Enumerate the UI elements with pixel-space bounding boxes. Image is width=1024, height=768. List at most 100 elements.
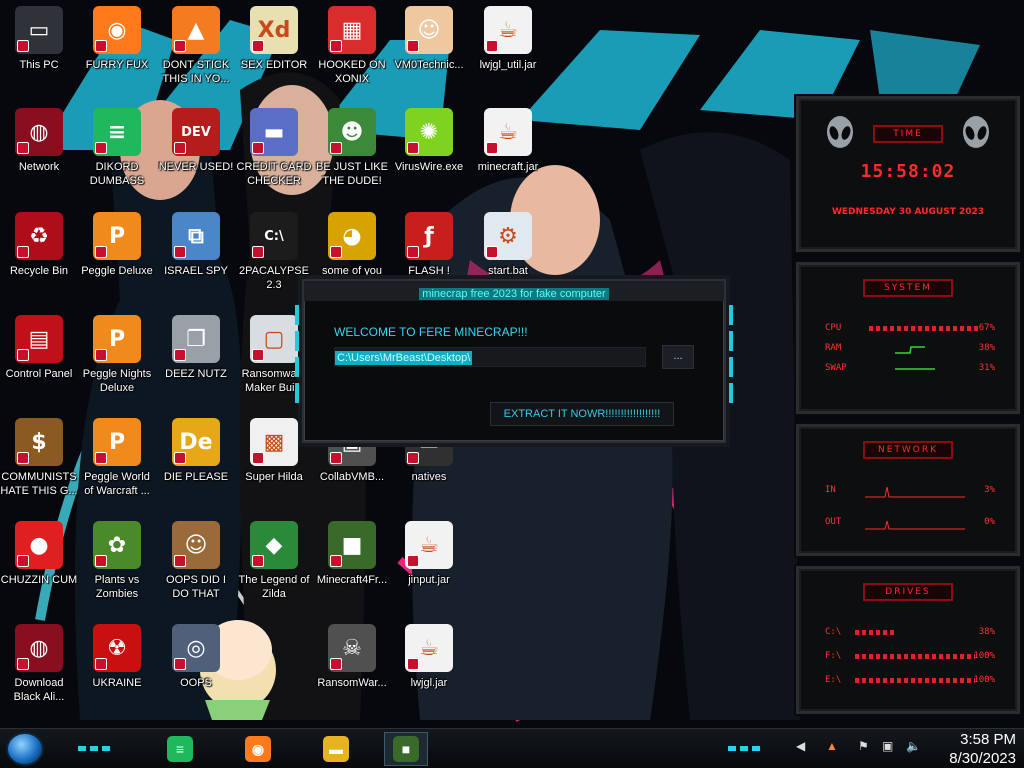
desktop-icon[interactable]: $ COMMUNISTS HATE THIS G...	[0, 418, 78, 514]
system-gadget[interactable]: SYSTEM CPU 67% RAM 38% SWAP 31%	[796, 262, 1020, 414]
java-icon: ☕	[484, 108, 532, 156]
drives-gadget[interactable]: DRIVES C:\ 38% F:\ 100% E:\ 100%	[796, 566, 1020, 714]
extract-path-field[interactable]: C:\Users\MrBeast\Desktop\	[334, 347, 646, 367]
drive-e-row: E:\ 100%	[825, 675, 995, 687]
shortcut-arrow-icon	[174, 349, 186, 361]
desktop-icon[interactable]: P Peggle World of Warcraft ...	[78, 418, 156, 514]
desktop-icon-label: OOPS	[180, 677, 212, 689]
desktop-icon[interactable]: Xd SEX EDITOR	[235, 6, 313, 102]
desktop-icon[interactable]: ☕ minecraft.jar	[469, 108, 547, 204]
network-tray-icon[interactable]: ▣	[882, 739, 893, 753]
shortcut-arrow-icon	[17, 40, 29, 52]
extract-button[interactable]: EXTRACT IT NOWR!!!!!!!!!!!!!!!!!!	[490, 402, 674, 426]
desktop-icon[interactable]: ⧉ ISRAEL SPY	[157, 212, 235, 308]
computer-icon: ▭	[15, 6, 63, 54]
control-panel-icon: ▤	[15, 315, 63, 363]
taskbar-app-button[interactable]: ▬	[314, 732, 358, 766]
start-button[interactable]	[6, 732, 44, 766]
de-icon: De	[172, 418, 220, 466]
desktop-icon[interactable]: De DIE PLEASE	[157, 418, 235, 514]
shortcut-arrow-icon	[174, 452, 186, 464]
desktop-icon-label: NEVER USED!	[158, 161, 234, 173]
taskbar-app-button[interactable]: ≡	[158, 732, 202, 766]
desktop-icon[interactable]: ◉ FURRY FUX	[78, 6, 156, 102]
desktop-icon[interactable]: ☻ BE JUST LIKE THE DUDE!	[313, 108, 391, 204]
desktop-icon[interactable]: ☺ OOPS DID I DO THAT	[157, 521, 235, 617]
taskbar-app-button[interactable]: ◉	[236, 732, 280, 766]
desktop-icon[interactable]: ▬ CREDIT CARD CHECKER	[235, 108, 313, 204]
desktop-icon[interactable]: ▦ HOOKED ON XONIX	[313, 6, 391, 102]
show-hidden-icons-chevron-icon[interactable]: ◀	[796, 739, 805, 753]
window-title-bar[interactable]: minecrap free 2023 for fake computer	[304, 281, 724, 301]
network-in-value: 3%	[984, 485, 995, 495]
shortcut-arrow-icon	[17, 349, 29, 361]
tray-app-icon[interactable]: ▲	[826, 739, 838, 753]
action-center-flag-icon[interactable]: ⚑	[858, 739, 869, 753]
desktop-icon[interactable]: ■ Minecraft4Fr...	[313, 521, 391, 617]
shortcut-arrow-icon	[330, 555, 342, 567]
chat-bubble-icon: ≡	[93, 108, 141, 156]
taskbar-app-button[interactable]: ■	[384, 732, 428, 766]
desktop-icon[interactable]: ● CHUZZIN CUM	[0, 521, 78, 617]
desktop-icon[interactable]: DEV NEVER USED!	[157, 108, 235, 204]
desktop-icon[interactable]: ◎ OOPS	[157, 624, 235, 720]
desktop-icon[interactable]: ▭ This PC	[0, 6, 78, 102]
shortcut-arrow-icon	[407, 452, 419, 464]
desktop-icon-label: CREDIT CARD CHECKER	[236, 161, 312, 187]
shortcut-arrow-icon	[407, 40, 419, 52]
desktop-icon[interactable]: ✿ Plants vs Zombies	[78, 521, 156, 617]
drive-f-label: F:\	[825, 651, 842, 661]
shortcut-arrow-icon	[330, 658, 342, 670]
shortcut-arrow-icon	[330, 246, 342, 258]
desktop-icon-label: Plants vs Zombies	[94, 574, 140, 600]
desktop-icon[interactable]: P Peggle Nights Deluxe	[78, 315, 156, 411]
desktop-icon-label: BE JUST LIKE THE DUDE!	[316, 161, 388, 187]
desktop-icon[interactable]: ☺ VM0Technic...	[390, 6, 468, 102]
santa-face-icon: ☻	[328, 108, 376, 156]
shortcut-arrow-icon	[95, 452, 107, 464]
desktop-icon[interactable]: ◍ Network	[0, 108, 78, 204]
desktop-icon-label: jinput.jar	[408, 574, 450, 586]
desktop-icon[interactable]: ▲ DONT STICK THIS IN YO...	[157, 6, 235, 102]
desktop-icon[interactable]: ▤ Control Panel	[0, 315, 78, 411]
radiation-icon: ☢	[93, 624, 141, 672]
desktop-icon-label: VM0Technic...	[394, 59, 464, 71]
network-gadget-tag: NETWORK	[863, 441, 953, 459]
portrait-icon: ☺	[172, 521, 220, 569]
volume-icon[interactable]: 🔈	[906, 739, 921, 753]
desktop-icon[interactable]: ☢ UKRAINE	[78, 624, 156, 720]
shortcut-arrow-icon	[17, 658, 29, 670]
swap-value: 31%	[978, 363, 995, 373]
desktop-icon-label: Minecraft4Fr...	[316, 574, 388, 586]
desktop-icon[interactable]: ≡ DIKORD DUMBASS	[78, 108, 156, 204]
cpu-row: CPU 67%	[825, 323, 995, 335]
desktop-icon[interactable]: ✺ VirusWire.exe	[390, 108, 468, 204]
taskbar-clock[interactable]: 3:58 PM 8/30/2023	[949, 730, 1016, 768]
desktop-icon-label: DEEZ NUTZ	[165, 368, 227, 380]
extractor-window[interactable]: minecrap free 2023 for fake computer WEL…	[295, 279, 733, 443]
desktop-icon[interactable]: ◍ Download Black Ali...	[0, 624, 78, 720]
time-gadget[interactable]: TIME 15:58:02 WEDNESDAY 30 AUGUST 2023	[796, 96, 1020, 252]
shortcut-arrow-icon	[330, 452, 342, 464]
drive-c-bar	[855, 630, 895, 635]
browse-button[interactable]: ...	[662, 345, 694, 369]
desktop-icon[interactable]: ☠ RansomWar...	[313, 624, 391, 720]
desktop-icon[interactable]: ☕ lwjgl.jar	[390, 624, 468, 720]
desktop-icon[interactable]: ♻ Recycle Bin	[0, 212, 78, 308]
firefox-icon: ◉	[93, 6, 141, 54]
drive-e-label: E:\	[825, 675, 842, 685]
desktop-icon[interactable]: ◆ The Legend of Zilda	[235, 521, 313, 617]
drive-e-bar	[855, 678, 975, 683]
shortcut-arrow-icon	[330, 142, 342, 154]
peggle-icon: P	[93, 212, 141, 260]
desktop-icon[interactable]: ❐ DEEZ NUTZ	[157, 315, 235, 411]
desktop-icon[interactable]: ☕ jinput.jar	[390, 521, 468, 617]
skull-icon: ☠	[328, 624, 376, 672]
window-right-ornament	[729, 305, 733, 403]
doctor-icon: ☺	[405, 6, 453, 54]
network-gadget[interactable]: NETWORK IN 3% OUT 0%	[796, 424, 1020, 556]
network-out-graph	[865, 520, 965, 530]
desktop-icon[interactable]: ☕ lwjgl_util.jar	[469, 6, 547, 102]
desktop-icon[interactable]: P Peggle Deluxe	[78, 212, 156, 308]
desktop-icon-label: HOOKED ON XONIX	[318, 59, 386, 85]
